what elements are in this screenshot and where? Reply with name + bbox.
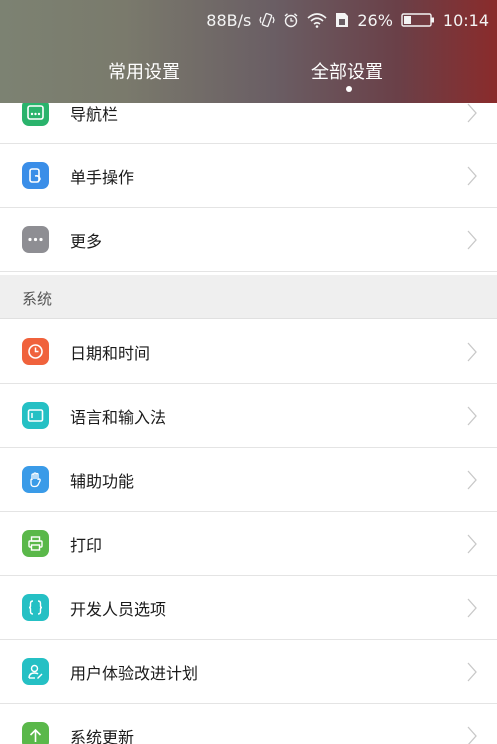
battery-icon (401, 12, 435, 28)
settings-item-language-input[interactable]: 语言和输入法 (0, 384, 497, 448)
settings-item-navbar[interactable]: 导航栏 (0, 103, 497, 144)
settings-item-print[interactable]: 打印 (0, 512, 497, 576)
printer-icon (22, 530, 49, 557)
settings-item-label: 打印 (70, 536, 103, 555)
settings-item-ux-improvement[interactable]: 用户体验改进计划 (0, 640, 497, 704)
settings-item-label: 语言和输入法 (70, 408, 167, 427)
chevron-right-icon (467, 726, 477, 744)
settings-item-label: 单手操作 (70, 168, 135, 187)
arrow-up-icon (22, 722, 49, 744)
hand-icon (22, 466, 49, 493)
chevron-right-icon (467, 470, 477, 490)
active-tab-indicator (346, 86, 352, 92)
chevron-right-icon (467, 534, 477, 554)
tab-all-settings[interactable]: 全部设置 (311, 58, 383, 84)
settings-item-one-hand[interactable]: 单手操作 (0, 144, 497, 208)
keyboard-icon (22, 402, 49, 429)
chevron-right-icon (467, 598, 477, 618)
chevron-right-icon (467, 166, 477, 186)
wifi-icon (307, 12, 327, 28)
user-edit-icon (22, 658, 49, 685)
chevron-right-icon (467, 342, 477, 362)
settings-item-accessibility[interactable]: 辅助功能 (0, 448, 497, 512)
settings-item-label: 日期和时间 (70, 344, 151, 363)
network-speed: 88B/s (206, 10, 252, 30)
one-hand-icon (22, 162, 49, 189)
settings-item-label: 开发人员选项 (70, 600, 167, 619)
settings-item-developer-options[interactable]: 开发人员选项 (0, 576, 497, 640)
settings-item-system-update[interactable]: 系统更新 (0, 704, 497, 744)
section-title: 系统 (22, 290, 53, 308)
clock-icon (22, 338, 49, 365)
chevron-right-icon (467, 230, 477, 250)
section-header-system: 系统 (0, 275, 497, 319)
settings-item-label: 用户体验改进计划 (70, 664, 199, 683)
chevron-right-icon (467, 406, 477, 426)
settings-item-date-time[interactable]: 日期和时间 (0, 320, 497, 384)
settings-tabs: 常用设置 全部设置 (0, 52, 497, 98)
settings-item-label: 导航栏 (70, 105, 119, 124)
vibrate-icon (259, 12, 275, 28)
settings-list: 导航栏 单手操作 更多 系统 日期和时间 语言和输入法 辅助功能 打印 开发人员… (0, 103, 497, 744)
settings-item-label: 辅助功能 (70, 472, 135, 491)
settings-item-label: 系统更新 (70, 728, 135, 744)
settings-item-more[interactable]: 更多 (0, 208, 497, 272)
settings-item-label: 更多 (70, 232, 103, 251)
tab-common-settings[interactable]: 常用设置 (108, 58, 180, 84)
chevron-right-icon (467, 103, 477, 123)
alarm-icon (283, 12, 299, 28)
navbar-icon (22, 103, 49, 126)
header-bar: 88B/s 26% 10:14 常用设置 全部设置 (0, 0, 497, 103)
status-bar: 88B/s 26% 10:14 (206, 8, 489, 32)
sim-icon (335, 12, 349, 28)
more-icon (22, 226, 49, 253)
clock-time: 10:14 (442, 10, 489, 30)
battery-level: 26% (357, 10, 393, 30)
braces-icon (22, 594, 49, 621)
chevron-right-icon (467, 662, 477, 682)
